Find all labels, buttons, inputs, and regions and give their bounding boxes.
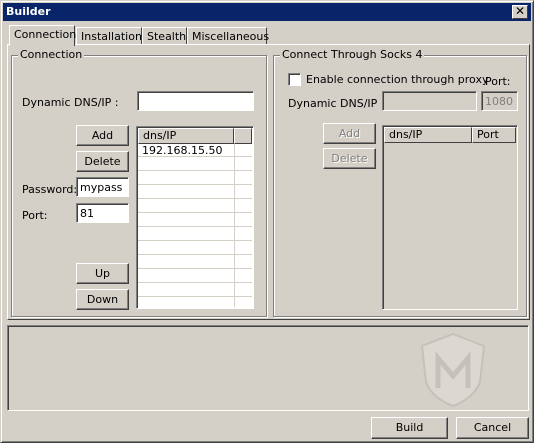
tab-installation[interactable]: Installation: [76, 27, 142, 45]
table-row[interactable]: [138, 242, 252, 255]
delete-button[interactable]: Delete: [76, 151, 129, 172]
status-pane: [7, 325, 529, 411]
table-row[interactable]: 192.168.15.50: [138, 144, 252, 157]
dns-input[interactable]: [137, 91, 254, 111]
tab-label: Miscellaneous: [192, 30, 270, 43]
up-button[interactable]: Up: [76, 263, 129, 284]
cancel-button[interactable]: Cancel: [456, 417, 529, 439]
builder-window: Builder ✕ Connection Installation Stealt…: [0, 0, 534, 443]
connection-group-title: Connection: [18, 48, 85, 61]
socks-port-label: Port:: [485, 75, 511, 88]
table-row[interactable]: [138, 158, 252, 171]
column-header-dns-ip[interactable]: dns/IP: [138, 128, 234, 144]
socks-dns-label: Dynamic DNS/IP :: [288, 97, 385, 110]
tab-connection[interactable]: Connection: [9, 25, 77, 46]
shield-watermark-icon: [420, 332, 486, 408]
socks-list[interactable]: dns/IP Port: [382, 125, 518, 310]
table-row[interactable]: [138, 214, 252, 227]
socks-group-title: Connect Through Socks 4: [280, 48, 425, 61]
close-button[interactable]: ✕: [512, 5, 528, 19]
dns-list[interactable]: dns/IP 192.168.15.50: [136, 126, 254, 309]
window-title: Builder: [6, 5, 51, 18]
connection-group: Connection Dynamic DNS/IP : Add Delete P…: [11, 48, 267, 317]
dns-label: Dynamic DNS/IP :: [22, 96, 119, 109]
table-row[interactable]: [138, 228, 252, 241]
build-button[interactable]: Build: [371, 417, 448, 439]
tab-label: Connection: [14, 28, 77, 41]
password-input[interactable]: mypass: [76, 177, 129, 197]
table-row[interactable]: [138, 284, 252, 297]
tab-strip: Connection Installation Stealth Miscella…: [9, 25, 529, 46]
dns-list-header: dns/IP: [138, 128, 252, 144]
enable-proxy-label[interactable]: Enable connection through proxy: [306, 73, 488, 86]
close-icon: ✕: [514, 4, 526, 18]
socks-port-input[interactable]: 1080: [481, 91, 518, 111]
tab-miscellaneous[interactable]: Miscellaneous: [187, 27, 270, 45]
socks-group: Connect Through Socks 4 Enable connectio…: [273, 48, 527, 317]
table-row[interactable]: [138, 172, 252, 185]
title-bar[interactable]: Builder ✕: [3, 3, 531, 21]
password-label: Password:: [22, 183, 78, 196]
down-button[interactable]: Down: [76, 289, 129, 310]
tab-panel-connection: Connection Dynamic DNS/IP : Add Delete P…: [7, 44, 530, 320]
socks-add-button[interactable]: Add: [323, 123, 376, 144]
port-input[interactable]: 81: [76, 203, 129, 223]
add-button[interactable]: Add: [76, 125, 129, 146]
port-label: Port:: [22, 209, 48, 222]
column-header-dns-ip[interactable]: dns/IP: [384, 127, 472, 143]
column-header-port[interactable]: Port: [472, 127, 516, 143]
tab-stealth[interactable]: Stealth: [142, 27, 187, 45]
dns-cell: 192.168.15.50: [142, 144, 223, 157]
table-row[interactable]: [138, 186, 252, 199]
socks-list-header: dns/IP Port: [384, 127, 516, 143]
tab-label: Stealth: [147, 30, 187, 43]
tab-label: Installation: [81, 30, 142, 43]
enable-proxy-checkbox[interactable]: [288, 73, 301, 86]
socks-dns-input[interactable]: [382, 91, 477, 111]
column-header-blank[interactable]: [234, 128, 252, 144]
table-row[interactable]: [138, 256, 252, 269]
table-row[interactable]: [138, 270, 252, 283]
table-row[interactable]: [138, 200, 252, 213]
socks-delete-button[interactable]: Delete: [323, 148, 376, 169]
